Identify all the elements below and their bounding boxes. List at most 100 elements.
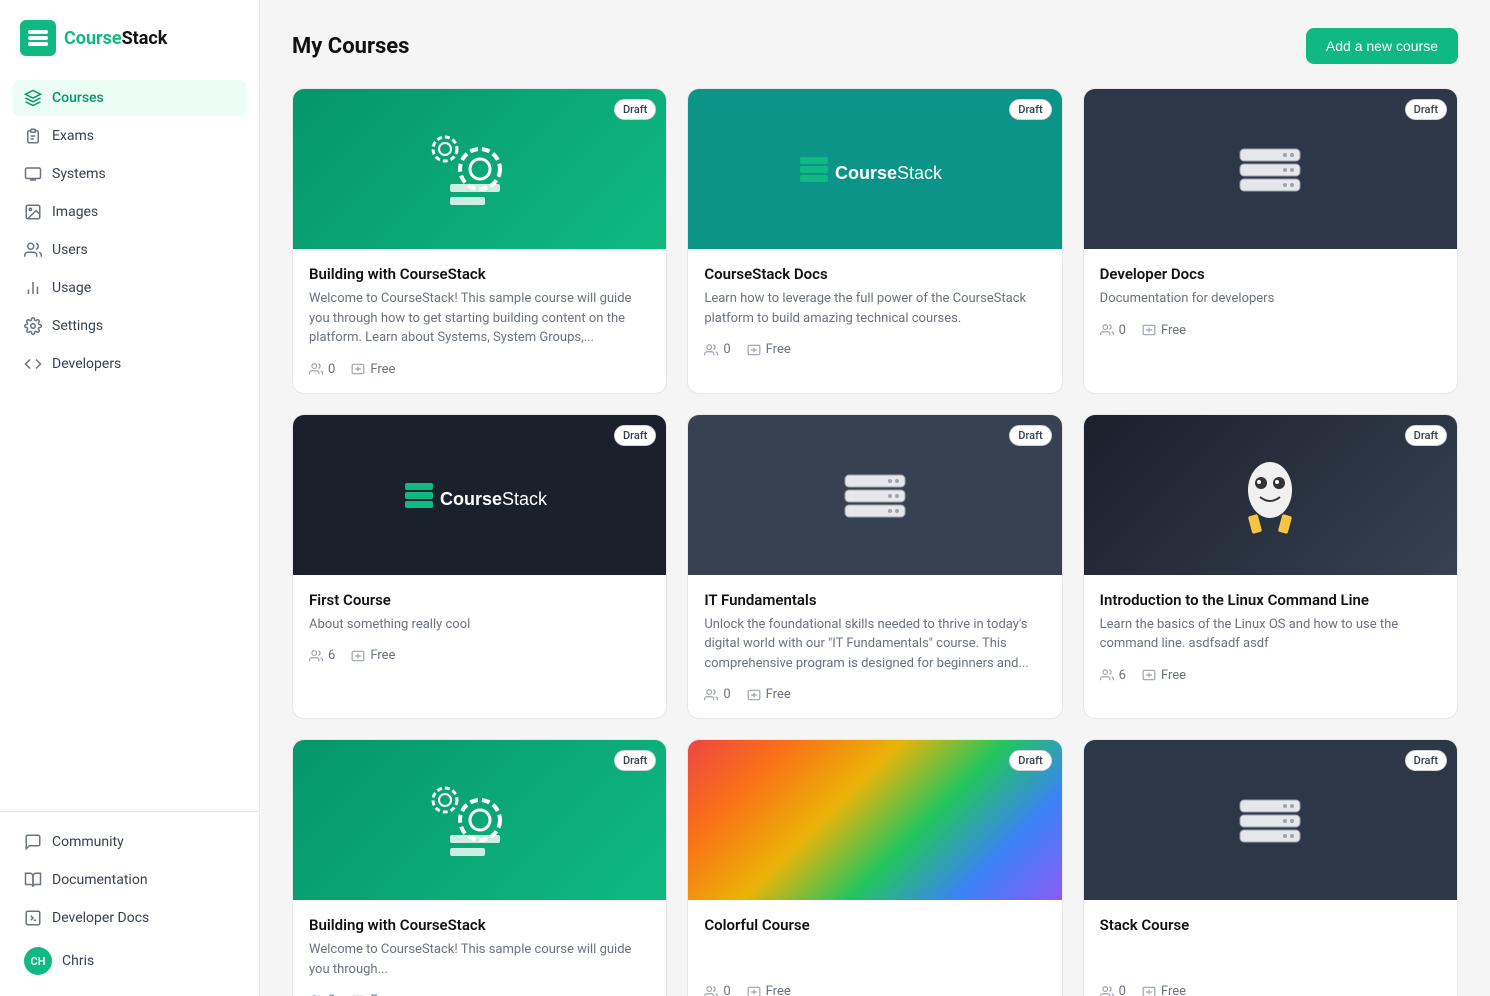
card-body: Developer Docs Documentation for develop… [1084, 249, 1457, 354]
students-count: 0 [1100, 984, 1126, 996]
price-icon [1142, 668, 1156, 682]
students-icon [1100, 668, 1114, 682]
courses-grid: Draft Building with CourseStack Welcome … [292, 88, 1458, 996]
card-meta: 0 Free [704, 342, 1045, 357]
sidebar-item-systems[interactable]: Systems [12, 156, 247, 192]
logo[interactable]: CourseStack [0, 0, 259, 72]
card-image: Draft [293, 740, 666, 900]
sidebar-item-users-label: Users [52, 242, 88, 258]
card-body: CourseStack Docs Learn how to leverage t… [688, 249, 1061, 373]
card-body: First Course About something really cool… [293, 575, 666, 680]
sidebar-item-systems-label: Systems [52, 166, 106, 182]
courses-icon [24, 89, 42, 107]
price-icon [747, 343, 761, 357]
card-description: Documentation for developers [1100, 289, 1441, 309]
sidebar-item-developers[interactable]: Developers [12, 346, 247, 382]
sidebar-item-settings[interactable]: Settings [12, 308, 247, 344]
sidebar-item-documentation[interactable]: Documentation [12, 862, 247, 898]
students-count: 0 [704, 984, 730, 996]
settings-icon [24, 317, 42, 335]
draft-badge: Draft [1405, 750, 1447, 771]
price-tag: Free [1142, 984, 1186, 996]
price-icon [747, 688, 761, 702]
card-title: First Course [309, 591, 650, 609]
sidebar-item-exams[interactable]: Exams [12, 118, 247, 154]
price-icon [351, 649, 365, 663]
price-tag: Free [747, 342, 791, 357]
course-card-7[interactable]: Draft Building with CourseStack Welcome … [292, 739, 667, 996]
card-image: Draft [1084, 415, 1457, 575]
sidebar-item-community-label: Community [52, 834, 124, 850]
draft-badge: Draft [614, 750, 656, 771]
card-body: Stack Course 0 Free [1084, 900, 1457, 996]
sidebar-item-settings-label: Settings [52, 318, 103, 334]
images-icon [24, 203, 42, 221]
card-image: Draft [293, 89, 666, 249]
sidebar-item-images-label: Images [52, 204, 98, 220]
developers-icon [24, 355, 42, 373]
card-description: Welcome to CourseStack! This sample cour… [309, 940, 650, 979]
developer-docs-icon [24, 909, 42, 927]
students-count: 0 [309, 362, 335, 377]
course-card-4[interactable]: CourseStack Draft First Course About som… [292, 414, 667, 720]
usage-icon [24, 279, 42, 297]
students-icon [704, 688, 718, 702]
add-course-button[interactable]: Add a new course [1306, 28, 1458, 64]
course-card-6[interactable]: Draft Introduction to the Linux Command … [1083, 414, 1458, 720]
price-tag: Free [747, 984, 791, 996]
draft-badge: Draft [1009, 425, 1051, 446]
sidebar-item-images[interactable]: Images [12, 194, 247, 230]
community-icon [24, 833, 42, 851]
card-title: Colorful Course [704, 916, 1045, 934]
price-tag: Free [747, 687, 791, 702]
card-meta: 6 Free [1100, 668, 1441, 683]
sidebar-item-documentation-label: Documentation [52, 872, 148, 888]
user-menu[interactable]: CH Chris [12, 938, 247, 984]
card-title: CourseStack Docs [704, 265, 1045, 283]
students-icon [704, 343, 718, 357]
sidebar-item-usage-label: Usage [52, 280, 91, 296]
page-header: My Courses Add a new course [292, 28, 1458, 64]
logo-icon [20, 20, 56, 56]
price-icon [747, 985, 761, 996]
price-tag: Free [1142, 668, 1186, 683]
users-icon [24, 241, 42, 259]
sidebar-item-courses[interactable]: Courses [12, 80, 247, 116]
card-description: Welcome to CourseStack! This sample cour… [309, 289, 650, 348]
course-card-3[interactable]: Draft Developer Docs Documentation for d… [1083, 88, 1458, 394]
course-card-1[interactable]: Draft Building with CourseStack Welcome … [292, 88, 667, 394]
students-icon [704, 985, 718, 996]
course-card-5[interactable]: Draft IT Fundamentals Unlock the foundat… [687, 414, 1062, 720]
course-card-8[interactable]: Draft Colorful Course 0 [687, 739, 1062, 996]
sidebar-item-developer-docs-label: Developer Docs [52, 910, 149, 926]
card-image: CourseStack Draft [293, 415, 666, 575]
price-icon [1142, 985, 1156, 996]
card-meta: 0 Free [1100, 984, 1441, 996]
sidebar-item-users[interactable]: Users [12, 232, 247, 268]
card-meta: 0 Free [1100, 323, 1441, 338]
card-body: Introduction to the Linux Command Line L… [1084, 575, 1457, 699]
course-card-2[interactable]: CourseStack Draft CourseStack Docs Learn… [687, 88, 1062, 394]
card-title: Developer Docs [1100, 265, 1441, 283]
page-title: My Courses [292, 34, 409, 59]
main-nav: Courses Exams Systems I [0, 72, 259, 811]
svg-text:CourseStack: CourseStack [440, 489, 548, 509]
sidebar-item-usage[interactable]: Usage [12, 270, 247, 306]
card-meta: 0 Free [309, 362, 650, 377]
svg-text:CourseStack: CourseStack [835, 163, 943, 183]
sidebar-item-developer-docs[interactable]: Developer Docs [12, 900, 247, 936]
main-content: My Courses Add a new course Draft Buildi… [260, 0, 1490, 996]
card-title: Building with CourseStack [309, 916, 650, 934]
card-description: Unlock the foundational skills needed to… [704, 615, 1045, 674]
draft-badge: Draft [1009, 750, 1051, 771]
card-title: Building with CourseStack [309, 265, 650, 283]
card-image: Draft [688, 415, 1061, 575]
card-image: Draft [688, 740, 1061, 900]
course-card-9[interactable]: Draft Stack Course 0 [1083, 739, 1458, 996]
card-body: Building with CourseStack Welcome to Cou… [293, 249, 666, 393]
price-icon [1142, 323, 1156, 337]
sidebar-item-developers-label: Developers [52, 356, 121, 372]
user-name: Chris [62, 953, 94, 969]
students-count: 0 [1100, 323, 1126, 338]
sidebar-item-community[interactable]: Community [12, 824, 247, 860]
